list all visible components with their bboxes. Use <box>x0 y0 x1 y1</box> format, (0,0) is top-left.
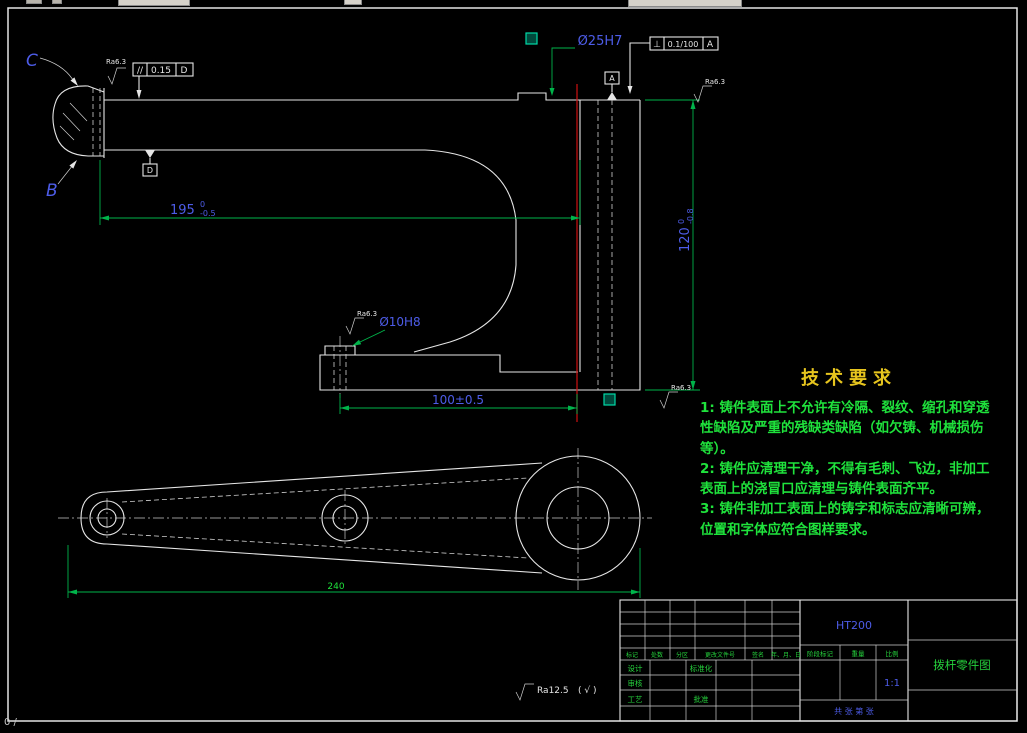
scale-label: 比例 <box>886 649 899 658</box>
grip-handle[interactable] <box>604 394 615 405</box>
dim-240-value: 240 <box>327 582 344 592</box>
general-roughness-note: Ra12.5 ( √ ) <box>516 684 596 700</box>
tech-req-item: 1: 铸件表面上不允许有冷隔、裂纹、缩孔和穿透性缺陷及严重的残缺类缺陷（如欠铸、… <box>700 398 998 459</box>
fcf-perp-symbol: ⊥ <box>653 40 661 50</box>
technical-requirements: 技术要求 1: 铸件表面上不允许有冷隔、裂纹、缩孔和穿透性缺陷及严重的残缺类缺陷… <box>700 364 998 540</box>
weight-label: 重量 <box>852 650 866 658</box>
dim-120: 120 0 -0.8 <box>645 100 700 390</box>
dim-120-tol-upper: 0 <box>677 219 686 224</box>
dim-100: 100±0.5 <box>340 393 577 414</box>
dim-120-value: 120 <box>678 227 693 252</box>
view-label-b-text: B <box>46 181 58 201</box>
hole-label-text: Ø10H8 <box>379 315 420 329</box>
bore-label-text: Ø25H7 <box>578 34 623 49</box>
dim-195-tol-upper: 0 <box>200 200 205 209</box>
view-label-c: C <box>26 51 78 86</box>
sign-label-process: 工艺 <box>628 695 643 704</box>
sign-label-standard: 标准化 <box>690 663 713 673</box>
dim-195-value: 195 <box>170 203 195 218</box>
fcf-parallel-datum: D <box>181 66 188 76</box>
dim-120-tol-lower: -0.8 <box>686 208 695 224</box>
fcf-parallelism: // 0.15 D <box>133 63 193 99</box>
datum-d-letter: D <box>147 166 153 175</box>
view-label-c-text: C <box>26 51 38 71</box>
roughness-symbol: Ra6.3 <box>106 58 126 84</box>
roughness-value: Ra6.3 <box>705 78 725 86</box>
dim-240: 240 <box>68 545 640 598</box>
view-label-b: B <box>46 160 77 201</box>
fcf-parallel-value: 0.15 <box>151 66 171 76</box>
datum-a: A <box>605 72 619 100</box>
sign-label-approve: 批准 <box>694 694 709 704</box>
roughness-value: Ra6.3 <box>106 58 126 66</box>
roughness-value: Ra6.3 <box>357 310 377 318</box>
dim-100-value: 100±0.5 <box>432 393 484 407</box>
datum-d: D <box>143 150 157 176</box>
rev-header: 标记 <box>626 651 638 659</box>
tech-req-item: 2: 铸件应清理干净，不得有毛刺、飞边，非加工表面上的浇冒口应清理与铸件表面齐平… <box>700 459 998 500</box>
hook-hatch <box>60 103 87 140</box>
rev-header: 签名 <box>752 651 764 659</box>
part-outline <box>104 93 640 390</box>
roughness-symbol: Ra6.3 <box>660 384 691 408</box>
rev-header: 处数 <box>651 651 663 659</box>
sheet-note: 共 张 第 张 <box>834 706 874 716</box>
roughness-note-value: Ra12.5 <box>537 686 569 696</box>
hidden-lines-side <box>93 88 612 390</box>
hook-outline <box>53 86 104 158</box>
material-value: HT200 <box>836 619 872 632</box>
cad-window: 195 0 -0.5 120 0 -0.8 100±0.5 <box>0 0 1027 733</box>
roughness-value: Ra6.3 <box>671 384 691 392</box>
status-fragment: 0 / <box>4 717 17 728</box>
sign-label-design: 设计 <box>628 663 643 673</box>
roughness-symbol: Ra6.3 <box>694 78 725 102</box>
datum-a-letter: A <box>609 74 615 83</box>
stage-label: 阶段标记 <box>807 649 834 658</box>
roughness-symbol: Ra6.3 <box>346 310 377 334</box>
dim-195-tol-lower: -0.5 <box>200 209 216 218</box>
rev-header: 年、月、日 <box>771 651 801 659</box>
scale-value: 1:1 <box>884 678 900 689</box>
side-view <box>53 84 640 422</box>
fcf-perp-datum: A <box>707 40 714 50</box>
rev-header: 分区 <box>676 651 688 659</box>
plan-view <box>58 448 652 590</box>
bore-label: Ø25H7 <box>526 33 622 96</box>
grip-handle[interactable] <box>526 33 537 44</box>
sign-label-check: 审核 <box>628 678 643 688</box>
hole-label: Ø10H8 <box>352 315 421 346</box>
roughness-note-suffix: ( √ ) <box>578 685 596 696</box>
title-block: 标记 处数 分区 更改文件号 签名 年、月、日 设计 标准化 审核 工艺 批准 … <box>620 600 1017 721</box>
fcf-parallel-symbol: // <box>137 66 144 76</box>
tech-req-item: 3: 铸件非加工表面上的铸字和标志应清晰可辨，位置和字体应符合图样要求。 <box>700 499 998 540</box>
rev-header: 更改文件号 <box>705 651 735 659</box>
part-name: 拨杆零件图 <box>933 658 991 672</box>
fcf-perp-value: 0.1/100 <box>668 40 699 49</box>
tech-req-title: 技术要求 <box>700 364 998 390</box>
